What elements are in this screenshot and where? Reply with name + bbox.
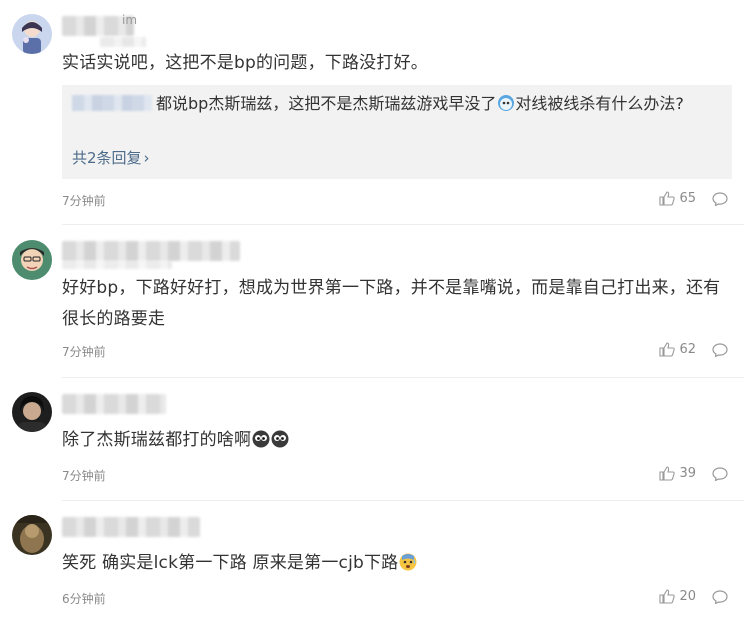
- like-count: 39: [679, 466, 696, 481]
- reply-username-blurred[interactable]: [72, 95, 152, 111]
- like-button[interactable]: 20: [659, 589, 696, 604]
- like-count: 20: [679, 589, 696, 604]
- avatar[interactable]: [12, 14, 52, 54]
- comment-4: 笑死 确实是lck第一下路 原来是第一cjb下路 6分钟前 20: [0, 501, 744, 619]
- avatar[interactable]: [12, 515, 52, 555]
- cold-sweat-emoji-icon: [399, 553, 417, 571]
- like-button[interactable]: 65: [659, 191, 696, 206]
- comment-time: 7分钟前: [62, 345, 106, 359]
- avatar[interactable]: [12, 240, 52, 280]
- comment-time: 6分钟前: [62, 592, 106, 606]
- comment-text: 除了杰斯瑞兹都打的啥啊: [62, 425, 724, 456]
- thumbs-up-icon: [659, 466, 676, 481]
- googly-eyes-emoji-icon: [252, 430, 270, 448]
- thumbs-up-icon: [659, 589, 676, 604]
- username-blurred[interactable]: [62, 241, 240, 261]
- like-button[interactable]: 39: [659, 466, 696, 481]
- avatar[interactable]: [12, 392, 52, 432]
- speech-bubble-icon[interactable]: [712, 192, 728, 206]
- reply-preview[interactable]: 都说bp杰斯瑞兹，这把不是杰斯瑞兹游戏早没了 对线被线杀有什么办法? 共2条回复 ›: [62, 85, 732, 179]
- speech-bubble-icon[interactable]: [712, 343, 728, 357]
- like-button[interactable]: 62: [659, 342, 696, 357]
- googly-eyes-emoji-icon: [271, 430, 289, 448]
- comment-1: im 实话实说吧，这把不是bp的问题，下路没打好。 都说bp杰斯瑞兹，这把不是杰…: [0, 0, 744, 225]
- dizzy-face-emoji-icon: [498, 95, 515, 111]
- view-replies-link[interactable]: 共2条回复 ›: [72, 147, 150, 168]
- comment-2: 好好bp，下路好好打，想成为世界第一下路，并不是靠嘴说，而是靠自己打出来，还有很…: [0, 225, 744, 378]
- speech-bubble-icon[interactable]: [712, 590, 728, 604]
- username-blurred-2: [100, 37, 146, 47]
- username-blurred[interactable]: [62, 517, 200, 537]
- username-fragment: im: [122, 13, 138, 27]
- like-count: 65: [679, 191, 696, 206]
- chevron-right-icon: ›: [143, 149, 150, 167]
- comment-text: 实话实说吧，这把不是bp的问题，下路没打好。: [62, 53, 428, 73]
- comment-time: 7分钟前: [62, 469, 106, 483]
- username-blurred[interactable]: [62, 394, 166, 414]
- thumbs-up-icon: [659, 342, 676, 357]
- comment-3: 除了杰斯瑞兹都打的啥啊 7分钟前 39: [0, 378, 744, 501]
- comment-text: 好好bp，下路好好打，想成为世界第一下路，并不是靠嘴说，而是靠自己打出来，还有很…: [62, 278, 721, 329]
- like-count: 62: [679, 342, 696, 357]
- speech-bubble-icon[interactable]: [712, 467, 728, 481]
- thumbs-up-icon: [659, 191, 676, 206]
- comment-time: 7分钟前: [62, 194, 106, 208]
- reply-text: 都说bp杰斯瑞兹，这把不是杰斯瑞兹游戏早没了 对线被线杀有什么办法?: [72, 89, 722, 118]
- username-blurred-2: [62, 261, 172, 269]
- comment-text: 笑死 确实是lck第一下路 原来是第一cjb下路: [62, 548, 724, 579]
